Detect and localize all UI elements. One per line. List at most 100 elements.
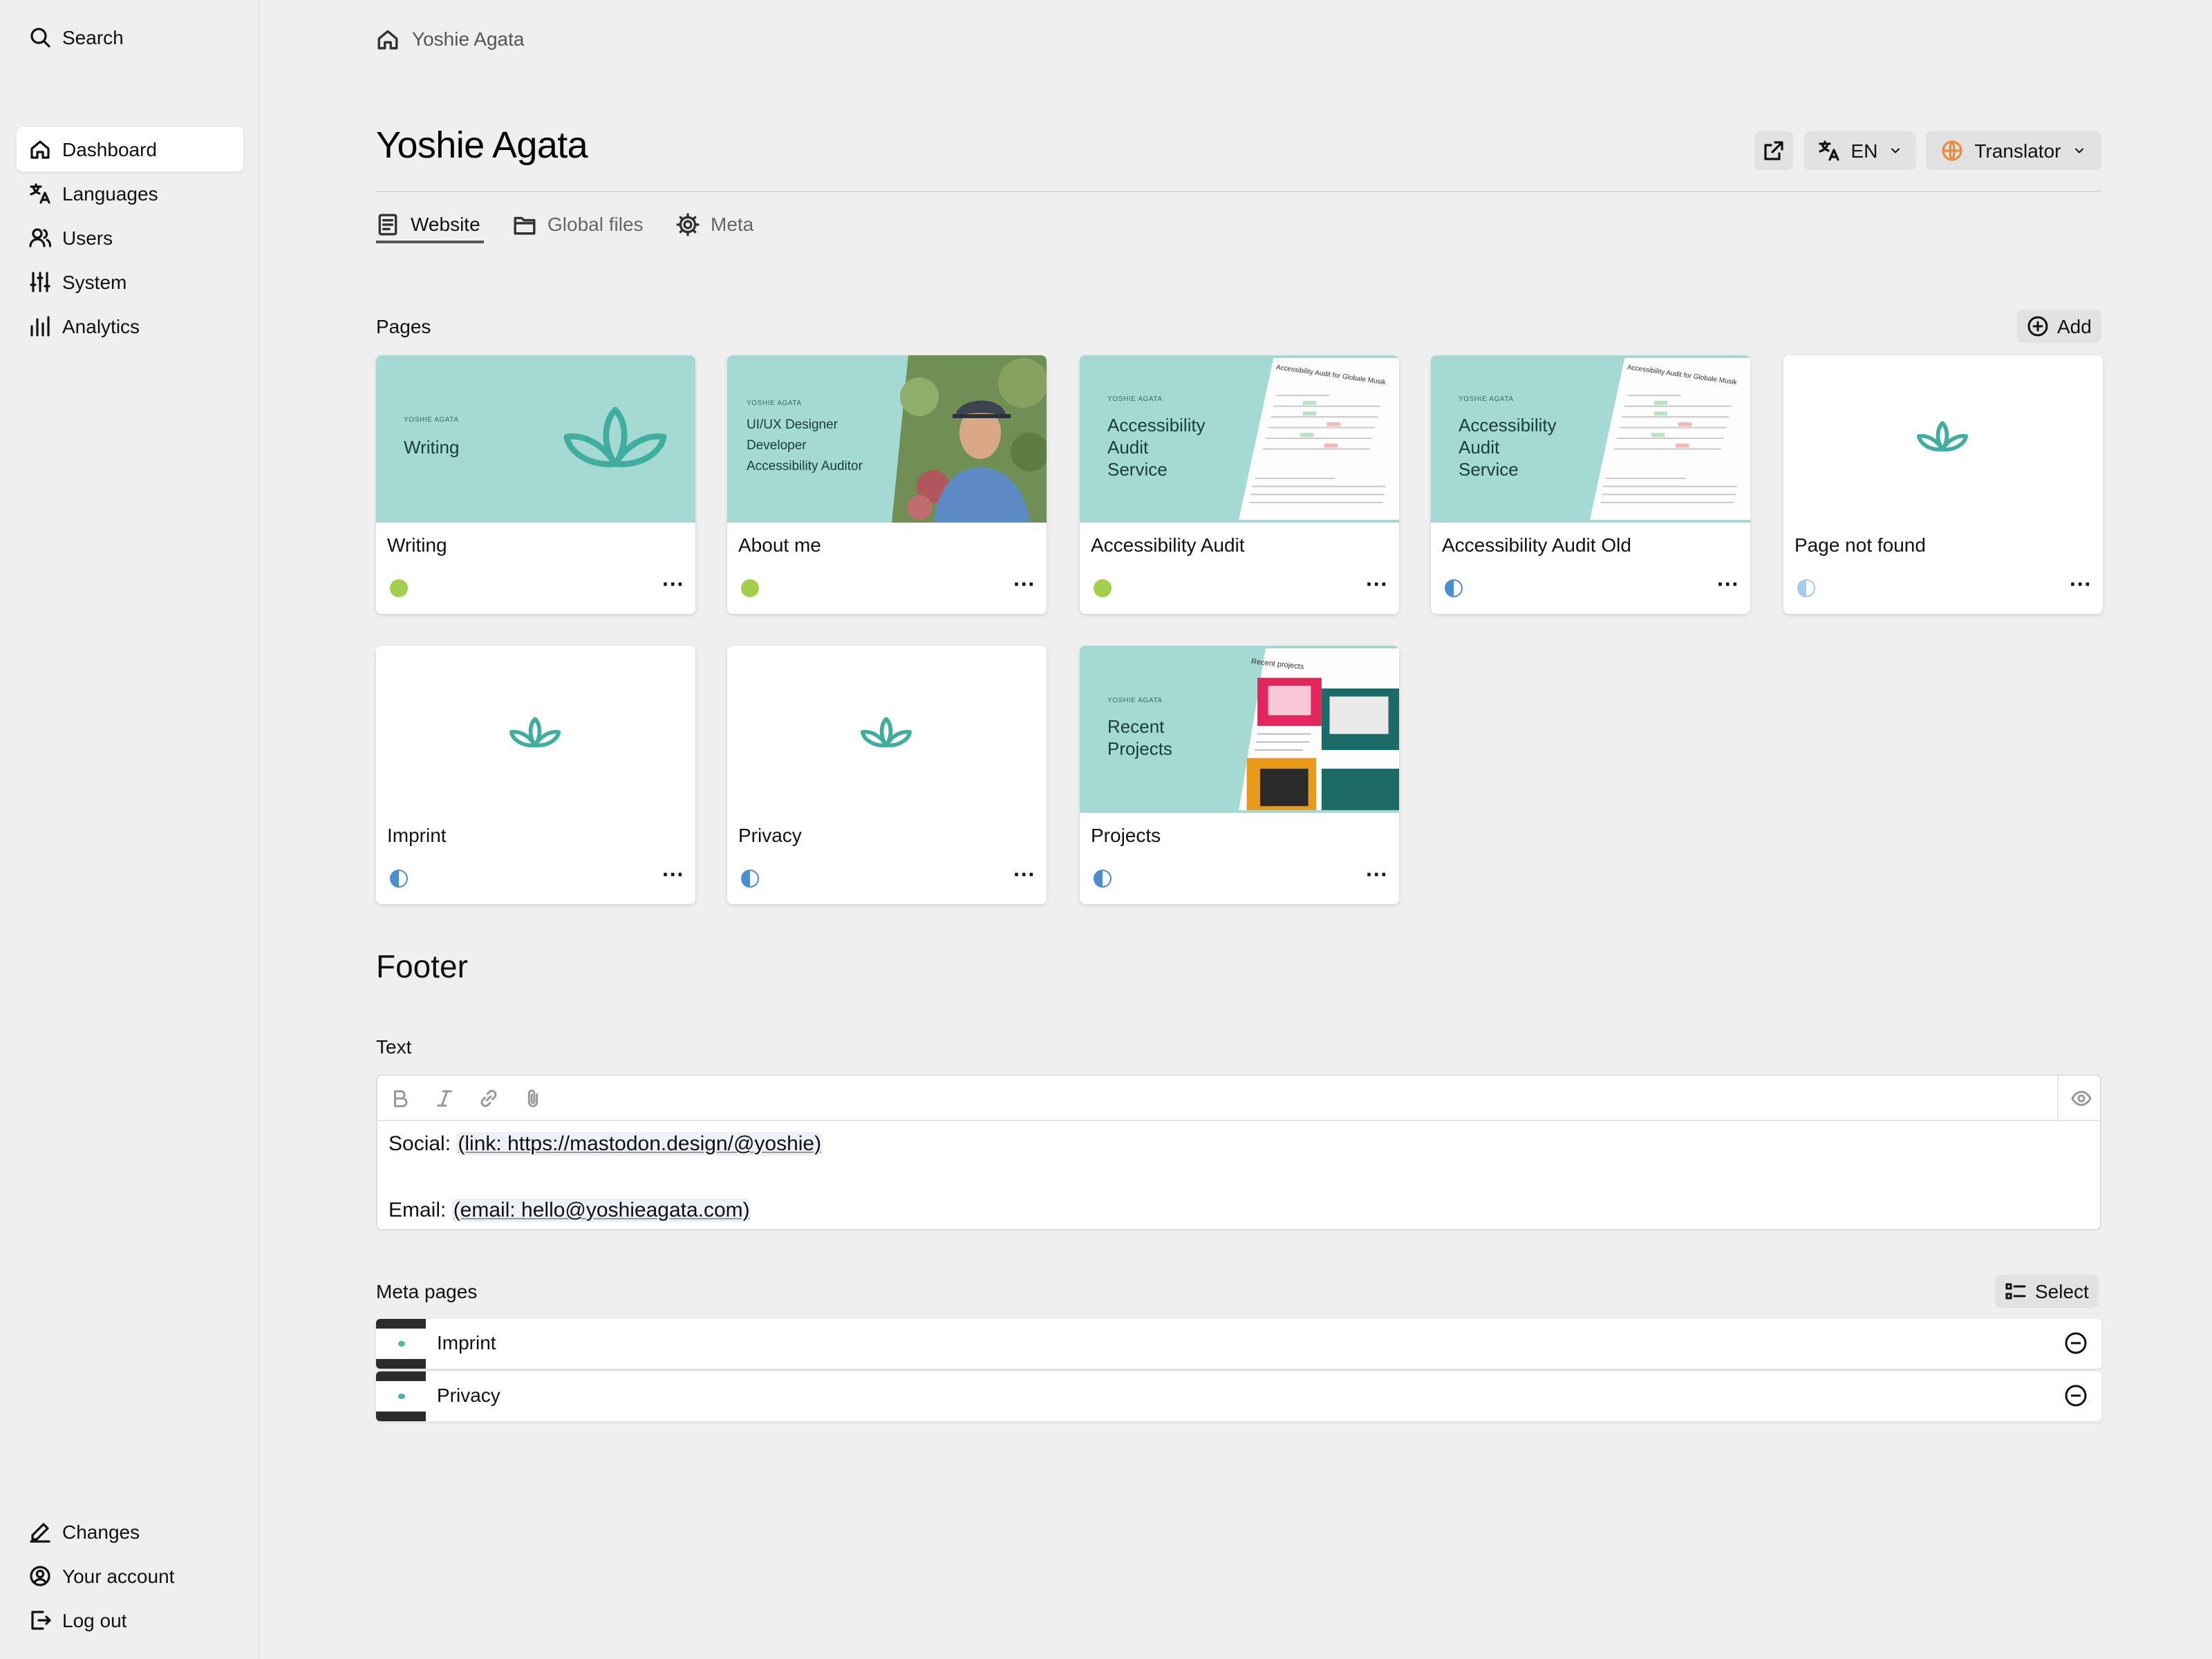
page-thumbnail (727, 646, 1047, 813)
sidebar-item-analytics[interactable]: Analytics (17, 304, 243, 348)
more-options-icon[interactable]: ··· (1013, 574, 1035, 599)
page-thumbnail: YOSHIE AGATA Writing (376, 355, 695, 523)
email-link-tag[interactable]: (email: hello@yoshieagata.com) (451, 1199, 751, 1222)
breadcrumb[interactable]: Yoshie Agata (376, 24, 524, 54)
tab-label: Meta (711, 213, 754, 235)
sidebar-item-system[interactable]: System (17, 260, 243, 304)
open-external-button[interactable] (1754, 131, 1793, 170)
sidebar-item-logout[interactable]: Log out (17, 1598, 243, 1642)
status-unlisted-icon[interactable] (1445, 579, 1463, 597)
page-card-title: Privacy (738, 824, 802, 846)
checklist-icon (2005, 1283, 2026, 1300)
status-unlisted-icon[interactable] (1094, 870, 1112, 888)
tab-active-indicator (376, 241, 484, 243)
breadcrumb-label: Yoshie Agata (412, 28, 525, 50)
paperclip-icon (527, 1089, 538, 1107)
folder-icon (514, 216, 536, 234)
link-icon (480, 1089, 496, 1107)
sidebar-item-changes[interactable]: Changes (17, 1510, 243, 1554)
add-label: Add (2057, 315, 2092, 337)
page-card-about-me[interactable]: YOSHIE AGATA UI/UX Designer Developer Ac… (727, 355, 1047, 614)
document-icon (378, 213, 397, 235)
page-card-accessibility-audit[interactable]: YOSHIE AGATA Accessibility Audit Service… (1080, 355, 1399, 614)
tab-website[interactable]: Website (376, 205, 480, 243)
more-options-icon[interactable]: ··· (1717, 574, 1739, 599)
status-unlisted-icon[interactable] (390, 870, 408, 888)
thumbnail-line: UI/UX Designer (747, 418, 838, 433)
sidebar-item-label: System (62, 271, 127, 293)
select-label: Select (2035, 1280, 2089, 1302)
footer-text-editor[interactable]: Social: (link: https://mastodon.design/@… (376, 1074, 2101, 1230)
tab-meta[interactable]: Meta (676, 205, 753, 243)
meta-page-thumbnail (376, 1371, 426, 1421)
sidebar-item-label: Users (62, 227, 113, 249)
lotus-logo-icon (1916, 421, 1969, 452)
lotus-logo-icon (860, 717, 912, 748)
page-card-projects[interactable]: YOSHIE AGATA Recent Projects Recent proj… (1080, 646, 1399, 904)
logout-icon (28, 1609, 51, 1632)
language-dropdown[interactable]: EN (1804, 131, 1916, 170)
sidebar-item-users[interactable]: Users (17, 216, 243, 260)
page-card-title: Projects (1091, 824, 1161, 846)
sidebar-item-languages[interactable]: Languages (17, 171, 243, 216)
page-card-title: About me (738, 534, 821, 556)
bold-button[interactable] (377, 1076, 422, 1121)
page-card-writing[interactable]: YOSHIE AGATA Writing Writing ··· (376, 355, 695, 614)
status-unlisted-icon[interactable] (1797, 579, 1815, 597)
attachment-button[interactable] (510, 1076, 554, 1121)
thumbnail-text: Writing (404, 437, 460, 458)
status-published-icon[interactable] (1094, 579, 1112, 597)
add-page-button[interactable]: Add (2017, 310, 2101, 343)
thumbnail-brand: YOSHIE AGATA (1107, 395, 1163, 404)
search-button[interactable]: Search (17, 15, 243, 59)
thumbnail-line: Projects (1107, 738, 1172, 759)
more-options-icon[interactable]: ··· (662, 574, 684, 599)
bold-icon (393, 1090, 407, 1107)
portrait-photo (892, 355, 1047, 523)
more-options-icon[interactable]: ··· (1013, 864, 1035, 889)
preview-button[interactable] (2059, 1076, 2103, 1121)
more-options-icon[interactable]: ··· (1366, 864, 1388, 889)
sidebar: Search Dashboard Languages Users System … (0, 0, 260, 1659)
thumbnail-line: Audit (1459, 437, 1500, 458)
pencil-icon (28, 1520, 51, 1544)
translate-icon (1818, 140, 1839, 161)
more-options-icon[interactable]: ··· (2070, 574, 2092, 599)
thumbnail-line: Recent (1107, 716, 1165, 737)
page-card-imprint[interactable]: Imprint ··· (376, 646, 695, 904)
page-card-title: Page not found (1794, 534, 1926, 556)
sidebar-item-label: Languages (62, 182, 158, 205)
sidebar-item-label: Changes (62, 1521, 140, 1543)
meta-page-item-imprint[interactable]: Imprint (376, 1319, 2101, 1369)
remove-icon[interactable] (2064, 1384, 2088, 1407)
home-icon (377, 29, 398, 49)
tab-global-files[interactable]: Global files (513, 205, 644, 243)
page-thumbnail (376, 646, 695, 813)
italic-button[interactable] (422, 1076, 466, 1121)
more-options-icon[interactable]: ··· (662, 864, 684, 889)
eye-icon (2070, 1091, 2091, 1106)
sidebar-item-account[interactable]: Your account (17, 1554, 243, 1598)
page-card-accessibility-audit-old[interactable]: YOSHIE AGATA Accessibility Audit Service… (1431, 355, 1750, 614)
status-published-icon[interactable] (390, 579, 408, 597)
page-card-page-not-found[interactable]: Page not found ··· (1783, 355, 2103, 614)
page-card-privacy[interactable]: Privacy ··· (727, 646, 1047, 904)
users-icon (28, 226, 51, 250)
sidebar-item-label: Analytics (62, 315, 140, 337)
gear-icon (676, 212, 700, 236)
footer-section-title: Footer (376, 948, 468, 984)
status-published-icon[interactable] (741, 579, 759, 597)
status-unlisted-icon[interactable] (741, 870, 759, 888)
account-icon (28, 1564, 51, 1588)
remove-icon[interactable] (2064, 1331, 2088, 1355)
select-meta-pages-button[interactable]: Select (1995, 1275, 2099, 1308)
role-dropdown[interactable]: Translator (1926, 131, 2101, 170)
email-prefix: Email: (388, 1199, 452, 1222)
link-button[interactable] (466, 1076, 510, 1121)
social-link-tag[interactable]: (link: https://mastodon.design/@yoshie) (456, 1132, 823, 1156)
external-link-icon (1764, 141, 1783, 160)
meta-page-item-privacy[interactable]: Privacy (376, 1371, 2101, 1421)
sidebar-item-dashboard[interactable]: Dashboard (17, 127, 243, 171)
more-options-icon[interactable]: ··· (1366, 574, 1388, 599)
thumbnail-brand: YOSHIE AGATA (1459, 395, 1514, 404)
